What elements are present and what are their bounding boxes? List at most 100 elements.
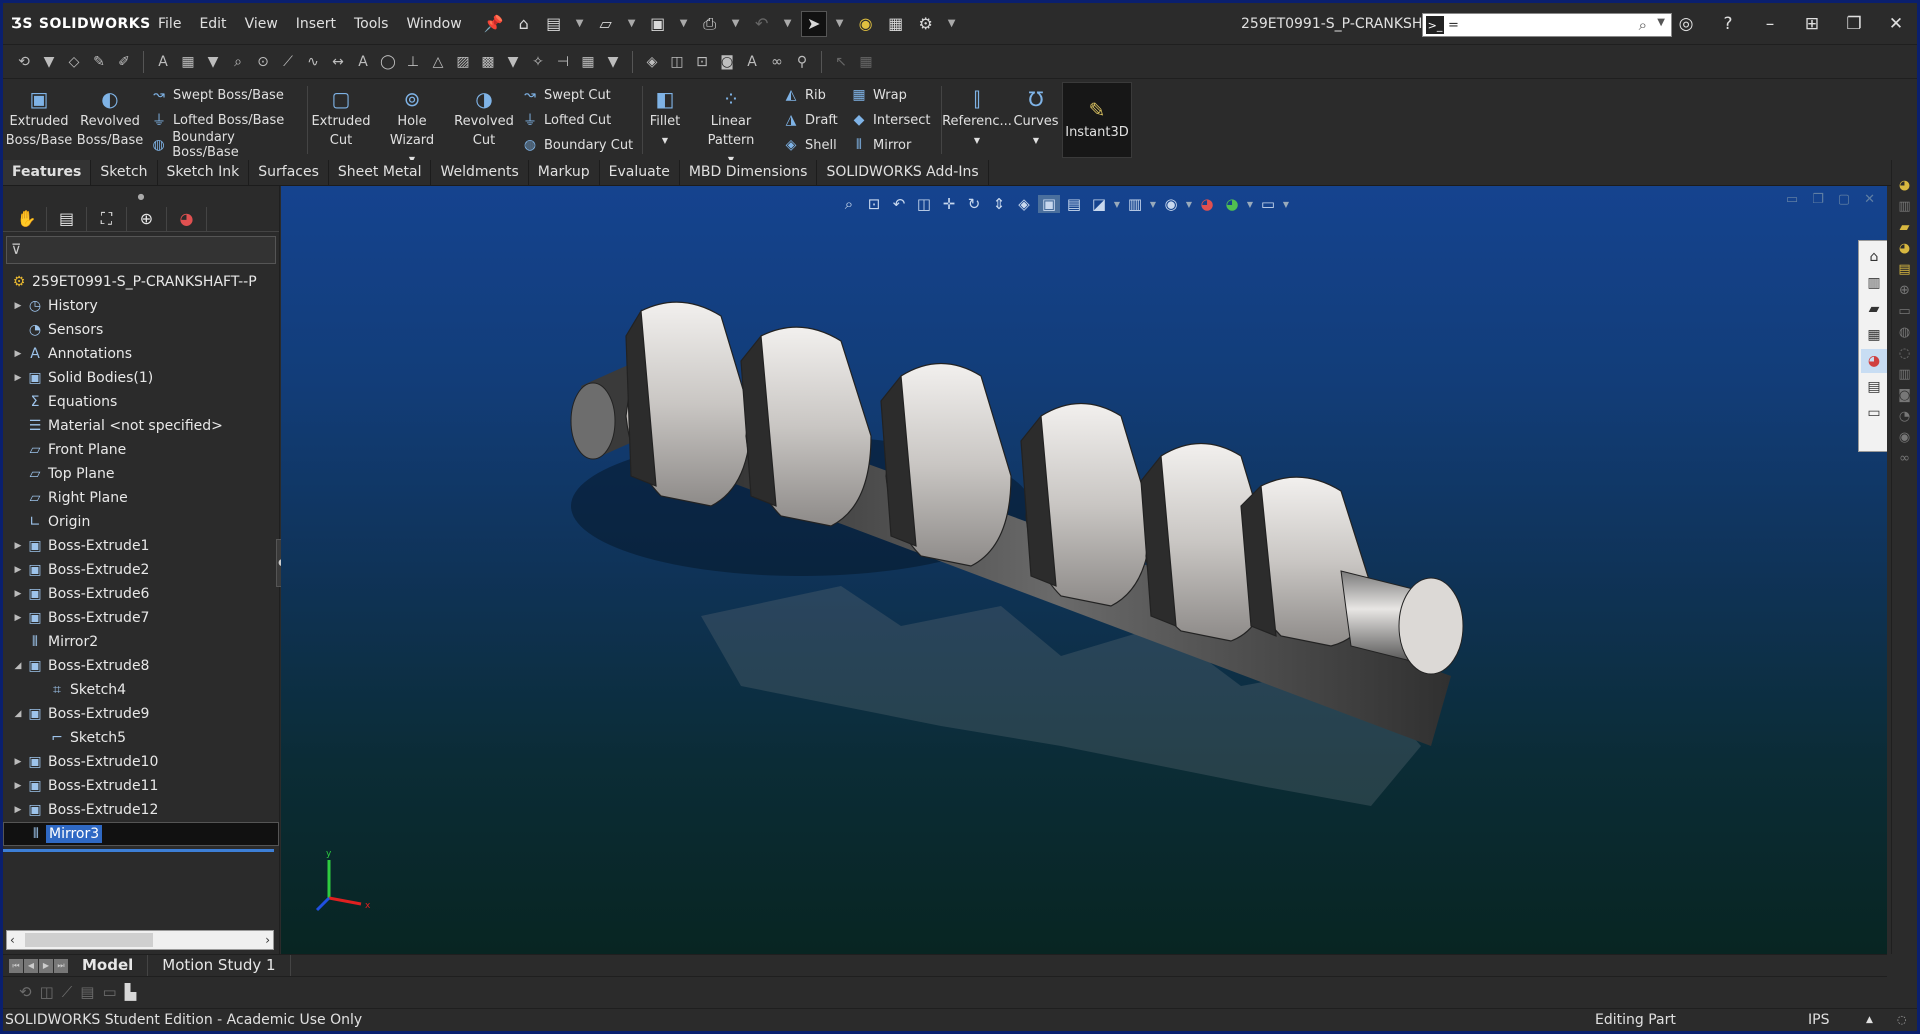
triangle-icon[interactable]: △ [427,51,449,73]
menu-window[interactable]: Window [397,3,470,45]
camera-icon[interactable]: ◙ [716,51,738,73]
pin-icon[interactable]: 📌 [481,11,507,37]
tree-item-top-plane[interactable]: ▱ Top Plane [3,462,279,486]
grid-icon[interactable]: ▦ [177,51,199,73]
tree-horizontal-scrollbar[interactable]: ‹ › [6,930,274,950]
lofted-cut-button[interactable]: ⏚ Lofted Cut [522,110,634,131]
new-document-icon[interactable]: ▤ [541,11,567,37]
chevron-down-icon[interactable]: ▼ [623,11,641,37]
options-gear-icon[interactable]: ⚙ [913,11,939,37]
search-input[interactable]: = [1448,18,1459,33]
menu-file[interactable]: File [149,3,190,45]
sketch-tool-icon[interactable]: ▙ [125,983,137,1001]
image-icon[interactable]: ▩ [477,51,499,73]
tree-item-boss-extrude1[interactable]: ▶ ▣ Boss-Extrude1 [3,534,279,558]
chevron-down-icon[interactable]: ▼ [662,131,668,150]
settings-icon[interactable]: ◌ [1899,346,1910,361]
reference-triad[interactable]: y x [311,846,381,916]
crankshaft-model[interactable] [281,186,1887,954]
file-explorer-icon[interactable]: ▰ [1900,220,1910,235]
tab-motion-study-1[interactable]: Motion Study 1 [148,955,291,976]
tree-item-sketch5[interactable]: ⌐ Sketch5 [3,726,279,750]
chevron-down-icon[interactable]: ▼ [779,11,797,37]
search-icon[interactable]: ⌕ [1639,16,1647,34]
sketch-tool-icon[interactable]: ▭ [102,983,116,1001]
tree-item-boss-extrude8[interactable]: ◢ ▣ Boss-Extrude8 [3,654,279,678]
property-manager-icon[interactable]: ▤ [47,206,87,231]
tree-item-solid-bodies[interactable]: ▶ ▣ Solid Bodies(1) [3,366,279,390]
link-icon[interactable]: ∞ [1899,451,1910,466]
help-icon[interactable]: ? [1707,14,1749,34]
rollback-bar[interactable] [3,849,274,852]
globe-icon[interactable]: ⊕ [1899,283,1910,298]
file-explorer-icon[interactable]: ▰ [1861,297,1887,321]
tree-item-material[interactable]: ☰ Material <not specified> [3,414,279,438]
boundary-boss-button[interactable]: ◍ Boundary Boss/Base [151,130,299,160]
tree-item-origin[interactable]: ∟ Origin [3,510,279,534]
intersect-button[interactable]: ◆ Intersect [851,110,933,131]
balloon-icon[interactable]: ◯ [377,51,399,73]
tool-icon[interactable]: ◍ [1899,325,1910,340]
measure-icon[interactable]: ⌕ [227,51,249,73]
sketch-tool-icon[interactable]: ⟋ [62,983,73,1001]
expand-arrow-icon[interactable]: ▶ [11,301,25,311]
spline-icon[interactable]: ∿ [302,51,324,73]
datum-icon[interactable]: ✧ [527,51,549,73]
expand-arrow-icon[interactable]: ▶ [11,565,25,575]
chevron-down-icon[interactable]: ▼ [974,131,980,150]
sketch-tool-icon[interactable]: ⟲ [19,983,32,1001]
chevron-down-icon[interactable]: ▼ [1033,131,1039,150]
tree-item-history[interactable]: ▶ ◷ History [3,294,279,318]
cursor-icon[interactable]: ↖ [830,51,852,73]
collapse-arrow-icon[interactable]: ◢ [11,709,25,719]
tab-mbd-dimensions[interactable]: MBD Dimensions [680,160,818,185]
extruded-cut-button[interactable]: ▢ Extruded Cut [310,80,372,160]
chevron-down-icon[interactable]: ▼ [727,11,745,37]
sketch-tool-icon[interactable]: ◫ [40,983,54,1001]
last-tab-icon[interactable]: ⏭ [54,958,68,973]
view-icon[interactable]: ▭ [1898,304,1910,319]
open-folder-icon[interactable]: ▱ [593,11,619,37]
scroll-left-icon[interactable]: ‹ [10,933,15,947]
expand-arrow-icon[interactable]: ▶ [11,349,25,359]
linear-pattern-button[interactable]: ⁘ Linear Pattern ▼ [685,80,777,164]
tree-item-sketch4[interactable]: ⌗ Sketch4 [3,678,279,702]
grid-snap-icon[interactable]: ▦ [855,51,877,73]
hatch-icon[interactable]: ▨ [452,51,474,73]
tab-solidworks-add-ins[interactable]: SOLIDWORKS Add-Ins [817,160,989,185]
rib-button[interactable]: ◭ Rib [783,85,839,106]
tree-item-front-plane[interactable]: ▱ Front Plane [3,438,279,462]
menu-view[interactable]: View [236,3,287,45]
print-icon[interactable]: ⎙ [697,11,723,37]
mate-icon[interactable]: ⊙ [252,51,274,73]
boundary-cut-button[interactable]: ◍ Boundary Cut [522,135,634,156]
tab-sketch[interactable]: Sketch [91,160,158,185]
lofted-boss-button[interactable]: ⏚ Lofted Boss/Base [151,110,299,131]
link-icon[interactable]: ∞ [766,51,788,73]
feature-manager-icon[interactable]: ✋ [7,206,47,231]
chevron-down-icon[interactable]: ▼ [943,11,961,37]
zoom-window-icon[interactable]: ⊡ [691,51,713,73]
restore-icon[interactable]: ❐ [1833,14,1875,34]
scroll-thumb[interactable] [25,933,153,947]
smart-dimension-icon[interactable]: ◇ [63,51,85,73]
tab-surfaces[interactable]: Surfaces [249,160,329,185]
chevron-up-icon[interactable]: ▲ [1866,1009,1873,1031]
extruded-boss-button[interactable]: ▣ Extruded Boss/Base [3,80,75,160]
record-icon[interactable]: ◉ [1899,430,1910,445]
appearance-scenes-icon[interactable]: ◕ [1899,241,1910,256]
solidworks-logo[interactable]: ƷS SOLIDWORKS [11,16,150,32]
tree-item-annotations[interactable]: ▶ A Annotations [3,342,279,366]
menu-insert[interactable]: Insert [287,3,345,45]
tree-item-sensors[interactable]: ◔ Sensors [3,318,279,342]
user-icon[interactable]: ◎ [1665,14,1707,34]
home-icon[interactable]: ⌂ [1861,245,1887,269]
tab-weldments[interactable]: Weldments [431,160,529,185]
sketch-tool-icon[interactable]: ▤ [80,983,94,1001]
graphics-area[interactable]: ⌕ ⊡ ↶ ◫ ✛ ↻ ⇕ ◈ ▣ ▤ ◪ ▼ ▥ ▼ ◉ ▼ ◕ ◕ ▼ ▭ ▼ ▭ ❐… [281,186,1887,954]
fillet-button[interactable]: ◧ Fillet ▼ [645,80,685,160]
chevron-down-icon[interactable]: ▼ [831,11,849,37]
close-icon[interactable]: ✕ [1875,14,1917,34]
chevron-down-icon[interactable]: ▼ [502,51,524,73]
line-icon[interactable]: ⟋ [277,51,299,73]
